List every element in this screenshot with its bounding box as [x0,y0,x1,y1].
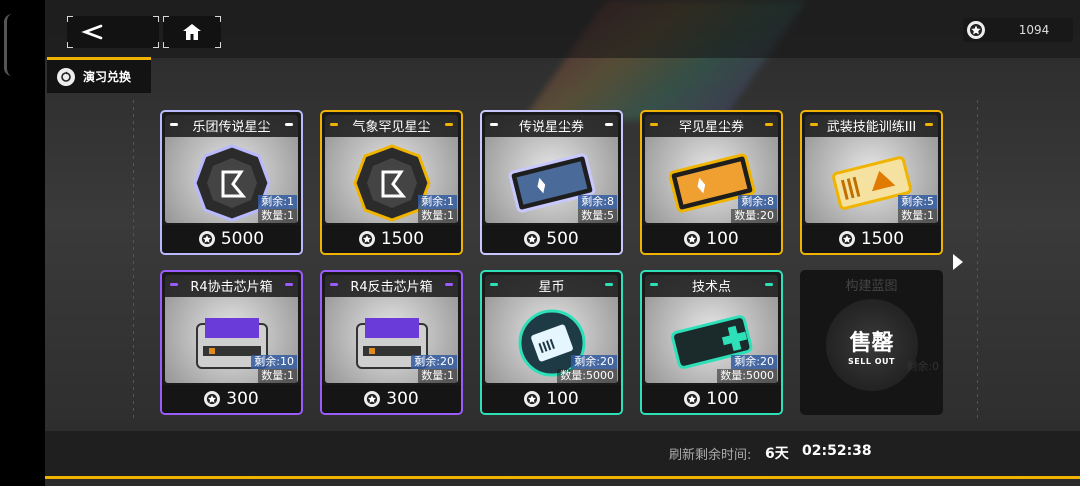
item-title: 罕见星尘券 [678,120,744,135]
item-price: 100 [706,229,739,249]
panel-right-rail [977,100,978,418]
item-price: 500 [546,229,579,249]
bottom-accent-line [45,476,1080,479]
remaining-count: 剩余:8 [738,195,777,209]
remaining-count: 剩余:5 [898,195,937,209]
shop-item-card[interactable]: 武装技能训练III 剩余:5 数量:1 1500 [800,110,943,255]
medal-currency-icon [838,231,855,247]
sold-out-badge: 售罄 SELL OUT [825,299,918,392]
item-price: 1500 [860,229,905,249]
item-title: R4反击芯片箱 [350,280,433,295]
refresh-label: 刷新剩余时间: [669,448,752,463]
currency-amount: 1094 [1018,23,1050,37]
medal-currency-icon [204,391,221,407]
quantity-count: 数量:20 [731,209,777,223]
price-bar: 100 [642,225,781,253]
home-button[interactable] [163,16,221,48]
quantity-count: 数量:5000 [557,369,617,383]
shop-item-card[interactable]: 乐团传说星尘剩余:1 数量:1 5000 [160,110,303,255]
price-bar: 1500 [322,225,461,253]
chevron-left-icon [81,24,103,40]
remaining-count: 剩余:0 [906,360,939,373]
home-icon [183,24,201,40]
price-bar: 100 [642,385,781,413]
item-title: 构建蓝图 [845,279,898,294]
quantity-count: 数量:1 [258,369,297,383]
item-price: 100 [546,389,579,409]
exchange-icon [57,67,75,86]
medal-currency-icon [524,231,541,247]
medal-currency-icon [684,391,701,407]
remaining-count: 剩余:20 [731,355,777,369]
item-price: 1500 [380,229,425,249]
remaining-count: 剩余:20 [571,355,617,369]
price-bar: 100 [482,385,621,413]
medal-currency-icon [684,231,701,247]
shop-item-card[interactable]: 罕见星尘券剩余:8 数量:20 100 [640,110,783,255]
item-title: R4协击芯片箱 [190,280,273,295]
back-button[interactable] [67,16,159,48]
tab-drill-exchange[interactable]: 演习兑换 [47,57,151,93]
remaining-count: 剩余:10 [251,355,297,369]
exchange-screen: 1094 演习兑换 构建蓝图 售罄 SELL OUT 剩余:0 刷新剩余时间: … [45,0,1080,486]
refresh-time: 02:52:38 [802,443,872,459]
tab-label: 演习兑换 [83,70,132,84]
item-price: 100 [706,389,739,409]
shop-item-card[interactable]: 星币剩余:20 数量:5000 100 [480,270,623,415]
remaining-count: 剩余:20 [411,355,457,369]
price-bar: 1500 [802,225,941,253]
shop-item-card[interactable]: R4反击芯片箱剩余:20 数量:1 300 [320,270,463,415]
medal-currency-icon [967,21,985,39]
next-page-arrow-icon[interactable] [953,254,963,270]
medal-currency-icon [358,231,375,247]
remaining-count: 剩余:1 [418,195,457,209]
item-price: 300 [386,389,419,409]
shop-item-card[interactable]: 传说星尘券剩余:8 数量:5 500 [480,110,623,255]
item-title: 传说星尘券 [518,120,584,135]
quantity-count: 数量:5000 [717,369,777,383]
quantity-count: 数量:1 [898,209,937,223]
shop-item-card[interactable]: 技术点剩余:20 数量:5000 100 [640,270,783,415]
item-title: 乐团传说星尘 [192,120,271,135]
sold-out-label-en: SELL OUT [848,356,895,366]
sold-out-label: 售罄 [849,330,894,356]
quantity-count: 数量:1 [418,369,457,383]
shop-item-card[interactable]: R4协击芯片箱剩余:10 数量:1 300 [160,270,303,415]
price-bar: 300 [162,385,301,413]
item-title: 武装技能训练III [826,120,917,135]
medal-currency-icon [198,231,215,247]
medal-currency-icon [364,391,381,407]
remaining-count: 剩余:1 [258,195,297,209]
currency-display: 1094 [963,18,1073,42]
item-price: 5000 [220,229,265,249]
quantity-count: 数量:1 [418,209,457,223]
price-bar: 300 [322,385,461,413]
item-price: 300 [226,389,259,409]
price-bar: 500 [482,225,621,253]
panel-left-rail [133,100,134,418]
left-margin [0,0,45,486]
item-title: 技术点 [691,280,731,295]
item-title: 星币 [538,280,565,295]
medal-currency-icon [524,391,541,407]
quantity-count: 数量:1 [258,209,297,223]
price-bar: 5000 [162,225,301,253]
bottom-bar [45,431,1080,476]
side-bracket [4,14,12,76]
shop-item-card-sold-out: 构建蓝图 售罄 SELL OUT 剩余:0 [800,270,943,415]
quantity-count: 数量:5 [578,209,617,223]
refresh-days: 6天 [765,446,789,462]
remaining-count: 剩余:8 [578,195,617,209]
item-title: 气象罕见星尘 [352,120,431,135]
shop-item-card[interactable]: 气象罕见星尘剩余:1 数量:1 1500 [320,110,463,255]
